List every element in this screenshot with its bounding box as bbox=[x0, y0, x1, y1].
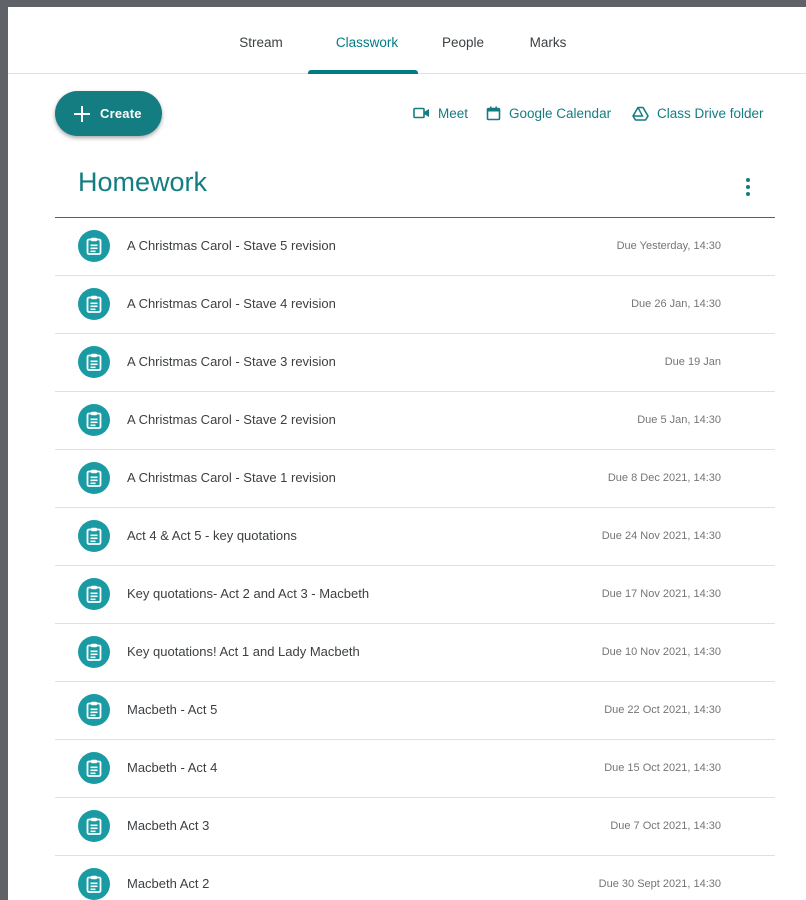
google-calendar-label: Google Calendar bbox=[509, 105, 612, 121]
assignment-title: A Christmas Carol - Stave 1 revision bbox=[127, 470, 336, 485]
assignment-title: Key quotations- Act 2 and Act 3 - Macbet… bbox=[127, 586, 370, 601]
meet-link[interactable]: Meet bbox=[413, 103, 468, 123]
assignment-icon bbox=[78, 636, 110, 668]
assignment-icon bbox=[78, 404, 110, 436]
google-drive-icon bbox=[632, 106, 649, 121]
assignment-row[interactable]: Macbeth Act 2 Due 30 Sept 2021, 14:30 bbox=[55, 856, 775, 900]
assignment-row[interactable]: A Christmas Carol - Stave 2 revision Due… bbox=[55, 392, 775, 450]
assignment-due-date: Due 24 Nov 2021, 14:30 bbox=[601, 530, 721, 542]
assignment-row[interactable]: Act 4 & Act 5 - key quotations Due 24 No… bbox=[55, 508, 775, 566]
assignment-due-date: Due 26 Jan, 14:30 bbox=[631, 298, 721, 310]
assignment-icon bbox=[78, 752, 110, 784]
assignment-row[interactable]: A Christmas Carol - Stave 3 revision Due… bbox=[55, 334, 775, 392]
assignment-row[interactable]: Macbeth - Act 4 Due 15 Oct 2021, 14:30 bbox=[55, 740, 775, 798]
assignment-icon bbox=[78, 288, 110, 320]
assignment-title: Key quotations! Act 1 and Lady Macbeth bbox=[127, 644, 360, 659]
calendar-icon bbox=[486, 106, 501, 120]
assignment-due-date: Due 7 Oct 2021, 14:30 bbox=[610, 820, 721, 832]
assignment-due-date: Due Yesterday, 14:30 bbox=[616, 240, 721, 252]
assignment-row[interactable]: Macbeth Act 3 Due 7 Oct 2021, 14:30 bbox=[55, 798, 775, 856]
assignment-icon bbox=[78, 520, 110, 552]
assignment-due-date: Due 10 Nov 2021, 14:30 bbox=[601, 646, 721, 658]
assignment-due-date: Due 8 Dec 2021, 14:30 bbox=[607, 472, 721, 484]
class-drive-folder-link[interactable]: Class Drive folder bbox=[632, 103, 764, 123]
assignment-row[interactable]: Key quotations! Act 1 and Lady Macbeth D… bbox=[55, 624, 775, 682]
top-navigation: Stream Classwork People Marks bbox=[8, 7, 806, 74]
assignment-title: A Christmas Carol - Stave 3 revision bbox=[127, 354, 336, 369]
classroom-window: Stream Classwork People Marks Create Mee… bbox=[8, 7, 806, 900]
assignment-due-date: Due 17 Nov 2021, 14:30 bbox=[601, 588, 721, 600]
topic-title: Homework bbox=[78, 167, 208, 197]
create-button-label: Create bbox=[100, 106, 142, 121]
assignment-list: A Christmas Carol - Stave 5 revision Due… bbox=[55, 218, 775, 900]
assignment-title: Macbeth Act 2 bbox=[127, 876, 210, 891]
assignment-title: Act 4 & Act 5 - key quotations bbox=[127, 528, 297, 543]
assignment-icon bbox=[78, 868, 110, 900]
assignment-icon bbox=[78, 346, 110, 378]
assignment-icon bbox=[78, 230, 110, 262]
assignment-due-date: Due 15 Oct 2021, 14:30 bbox=[604, 762, 721, 774]
google-calendar-link[interactable]: Google Calendar bbox=[486, 103, 611, 123]
assignment-row[interactable]: A Christmas Carol - Stave 1 revision Due… bbox=[55, 450, 775, 508]
assignment-row[interactable]: Key quotations- Act 2 and Act 3 - Macbet… bbox=[55, 566, 775, 624]
assignment-icon bbox=[78, 578, 110, 610]
class-drive-folder-label: Class Drive folder bbox=[657, 105, 764, 121]
assignment-due-date: Due 19 Jan bbox=[664, 356, 721, 368]
assignment-title: A Christmas Carol - Stave 5 revision bbox=[127, 238, 336, 253]
assignment-due-date: Due 22 Oct 2021, 14:30 bbox=[604, 704, 721, 716]
assignment-title: Macbeth Act 3 bbox=[127, 818, 210, 833]
tab-marks[interactable]: Marks bbox=[516, 7, 580, 74]
assignment-row[interactable]: Macbeth - Act 5 Due 22 Oct 2021, 14:30 bbox=[55, 682, 775, 740]
assignment-due-date: Due 5 Jan, 14:30 bbox=[637, 414, 721, 426]
assignment-icon bbox=[78, 462, 110, 494]
tab-stream[interactable]: Stream bbox=[226, 7, 296, 74]
meet-label: Meet bbox=[438, 105, 469, 121]
tab-people[interactable]: People bbox=[428, 7, 498, 74]
assignment-icon bbox=[78, 810, 110, 842]
tab-classwork[interactable]: Classwork bbox=[318, 7, 416, 74]
assignment-title: A Christmas Carol - Stave 2 revision bbox=[127, 412, 336, 427]
assignment-title: A Christmas Carol - Stave 4 revision bbox=[127, 296, 336, 311]
assignment-row[interactable]: A Christmas Carol - Stave 5 revision Due… bbox=[55, 218, 775, 276]
assignment-icon bbox=[78, 694, 110, 726]
assignment-row[interactable]: A Christmas Carol - Stave 4 revision Due… bbox=[55, 276, 775, 334]
assignment-title: Macbeth - Act 5 bbox=[127, 702, 218, 717]
assignment-title: Macbeth - Act 4 bbox=[127, 760, 218, 775]
assignment-due-date: Due 30 Sept 2021, 14:30 bbox=[598, 878, 721, 890]
create-button[interactable]: Create bbox=[55, 91, 162, 136]
active-tab-indicator bbox=[308, 70, 418, 74]
plus-icon bbox=[74, 105, 90, 122]
video-camera-icon bbox=[413, 107, 429, 119]
more-options-icon[interactable] bbox=[736, 175, 760, 199]
